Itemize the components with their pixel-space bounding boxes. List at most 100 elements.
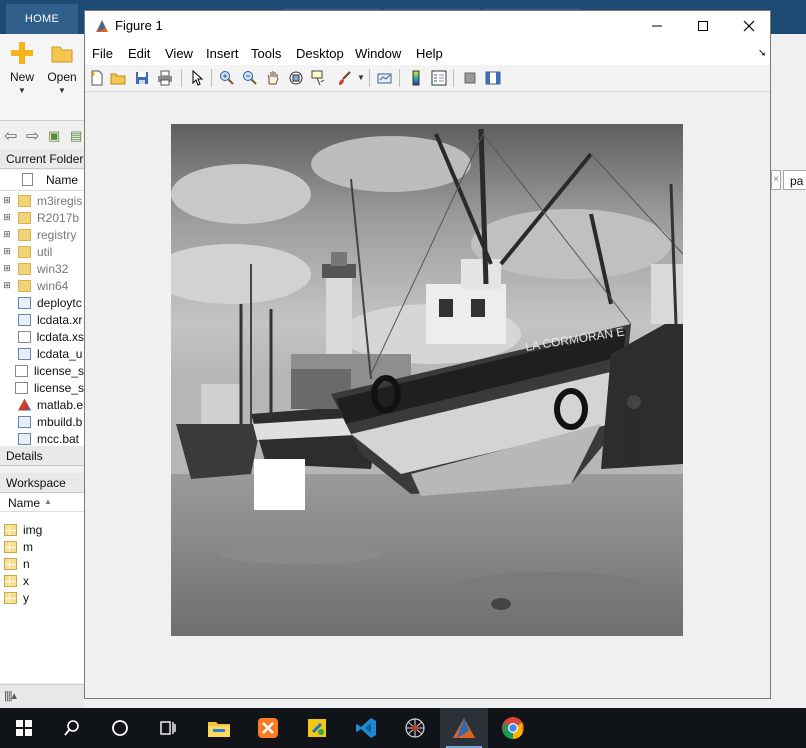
folder-item-label: license_s — [33, 363, 84, 378]
folder-icon — [18, 194, 31, 207]
close-button[interactable] — [726, 11, 772, 41]
menu-file[interactable]: File — [92, 46, 113, 61]
figure-title-bar[interactable]: Figure 1 — [85, 11, 770, 41]
folder-list-item[interactable]: ⊞ win32 — [0, 260, 84, 277]
vector-app-icon[interactable] — [293, 708, 341, 748]
menu-tools[interactable]: Tools — [251, 46, 281, 61]
open-file-icon[interactable] — [109, 69, 127, 87]
folder-list-item[interactable]: ⊞ registry — [0, 226, 84, 243]
new-button[interactable]: New ▼ — [4, 40, 40, 112]
editor-tab[interactable]: pa — [783, 170, 806, 190]
ribbon-body: New ▼ Open ▼ — [0, 34, 84, 121]
figure-window: Figure 1 File Edit View Insert Tools Des… — [84, 10, 771, 699]
expand-plus-icon[interactable]: ⊞ — [0, 229, 14, 240]
folder-list-item[interactable]: license_s — [0, 379, 84, 396]
folder-list-item[interactable]: ⊞ win64 — [0, 277, 84, 294]
folder-list-item[interactable]: mbuild.b — [0, 413, 84, 430]
expand-plus-icon[interactable]: ⊞ — [0, 246, 14, 257]
maximize-button[interactable] — [680, 11, 726, 41]
print-icon[interactable] — [156, 69, 174, 87]
dock-arrow-icon[interactable]: ➘ — [758, 48, 766, 59]
folder-list-item[interactable]: lcdata.xs — [0, 328, 84, 345]
show-plot-tools-icon[interactable] — [484, 69, 502, 87]
chrome-icon[interactable] — [489, 708, 537, 748]
white-square-block — [254, 459, 305, 510]
expand-plus-icon[interactable]: ⊞ — [0, 212, 14, 223]
workspace-variable-row[interactable]: y — [0, 589, 84, 606]
workspace-column-header[interactable]: Name ▲ — [0, 493, 84, 512]
workspace-variable-row[interactable]: m — [0, 538, 84, 555]
colorbar-icon[interactable] — [407, 69, 425, 87]
pan-hand-icon[interactable] — [264, 69, 282, 87]
minimize-button[interactable] — [634, 11, 680, 41]
brush-dropdown-icon[interactable]: ▼ — [357, 73, 365, 82]
up-folder-icon[interactable]: ▣ — [48, 128, 60, 144]
folder-list-item[interactable]: ⊞ R2017b — [0, 209, 84, 226]
folder-list-item[interactable]: lcdata_u — [0, 345, 84, 362]
workspace-variable-row[interactable]: img — [0, 521, 84, 538]
network-app-icon[interactable] — [391, 708, 439, 748]
vscode-icon[interactable] — [342, 708, 390, 748]
data-cursor-icon[interactable] — [310, 69, 328, 87]
matlab-icon[interactable] — [440, 708, 488, 748]
task-view-icon[interactable] — [144, 708, 192, 748]
folder-list-item[interactable]: mcc.bat — [0, 430, 84, 447]
save-icon[interactable] — [133, 69, 151, 87]
xampp-icon[interactable] — [244, 708, 292, 748]
workspace-variable-row[interactable]: x — [0, 572, 84, 589]
folder-list-item[interactable]: ⊞ m3iregis — [0, 192, 84, 209]
menu-insert[interactable]: Insert — [206, 46, 239, 61]
expand-plus-icon[interactable]: ⊞ — [0, 263, 14, 274]
open-button[interactable]: Open ▼ — [44, 40, 80, 112]
folder-list-item[interactable]: deploytc — [0, 294, 84, 311]
windows-taskbar — [0, 708, 806, 748]
zoom-in-icon[interactable] — [218, 69, 236, 87]
folder-list-item[interactable]: ⊞ util — [0, 243, 84, 260]
forward-arrow-icon[interactable]: ⇨ — [26, 126, 39, 146]
boat-photo: LA CORMORAN E — [151, 124, 684, 636]
menu-window[interactable]: Window — [355, 46, 401, 61]
expand-plus-icon[interactable]: ⊞ — [0, 195, 14, 206]
brush-icon[interactable] — [335, 69, 353, 87]
menu-desktop[interactable]: Desktop — [296, 46, 344, 61]
menu-view[interactable]: View — [165, 46, 193, 61]
folder-item-label: util — [37, 244, 53, 259]
details-header[interactable]: Details — [0, 446, 84, 466]
folder-item-label: lcdata.xr — [37, 312, 83, 327]
image-axes[interactable]: LA CORMORAN E — [151, 124, 684, 636]
folder-list-item[interactable]: lcdata.xr — [0, 311, 84, 328]
caret-down-icon: ▼ — [58, 86, 66, 95]
workspace-variable-name: n — [23, 556, 30, 571]
workspace-variable-name: m — [23, 539, 33, 554]
new-figure-icon[interactable] — [88, 69, 106, 87]
file-icon — [18, 296, 31, 309]
cortana-icon[interactable] — [96, 708, 144, 748]
toolbar-separator — [369, 69, 370, 87]
zoom-out-icon[interactable] — [241, 69, 259, 87]
browse-folder-icon[interactable]: ▤ — [70, 128, 82, 144]
menu-edit[interactable]: Edit — [128, 46, 150, 61]
file-icon — [18, 347, 31, 360]
close-tab-icon[interactable]: × — [771, 170, 781, 190]
maximize-icon — [698, 21, 708, 31]
expand-plus-icon[interactable]: ⊞ — [0, 280, 14, 291]
workspace-variable-row[interactable]: n — [0, 555, 84, 572]
file-explorer-icon[interactable] — [195, 708, 243, 748]
right-panel-edge — [771, 120, 806, 708]
back-arrow-icon[interactable]: ⇦ — [4, 126, 17, 146]
folder-item-label: mcc.bat — [37, 431, 80, 446]
folder-list-item[interactable]: matlab.e — [0, 396, 84, 413]
column-header[interactable]: Name — [0, 170, 84, 191]
search-icon[interactable] — [48, 708, 96, 748]
hide-plot-tools-icon[interactable] — [461, 69, 479, 87]
select-arrow-icon[interactable] — [188, 69, 206, 87]
menu-help[interactable]: Help — [416, 46, 443, 61]
file-icon — [17, 330, 31, 343]
link-plot-icon[interactable] — [376, 69, 394, 87]
rotate-3d-icon[interactable] — [287, 69, 305, 87]
current-folder-list: Name ⊞ m3iregis ⊞ R2017b ⊞ registry ⊞ util ⊞ win3… — [0, 170, 84, 446]
folder-list-item[interactable]: license_s — [0, 362, 84, 379]
tab-home[interactable]: HOME — [6, 4, 78, 34]
legend-icon[interactable] — [430, 69, 448, 87]
windows-start-icon[interactable] — [0, 708, 48, 748]
